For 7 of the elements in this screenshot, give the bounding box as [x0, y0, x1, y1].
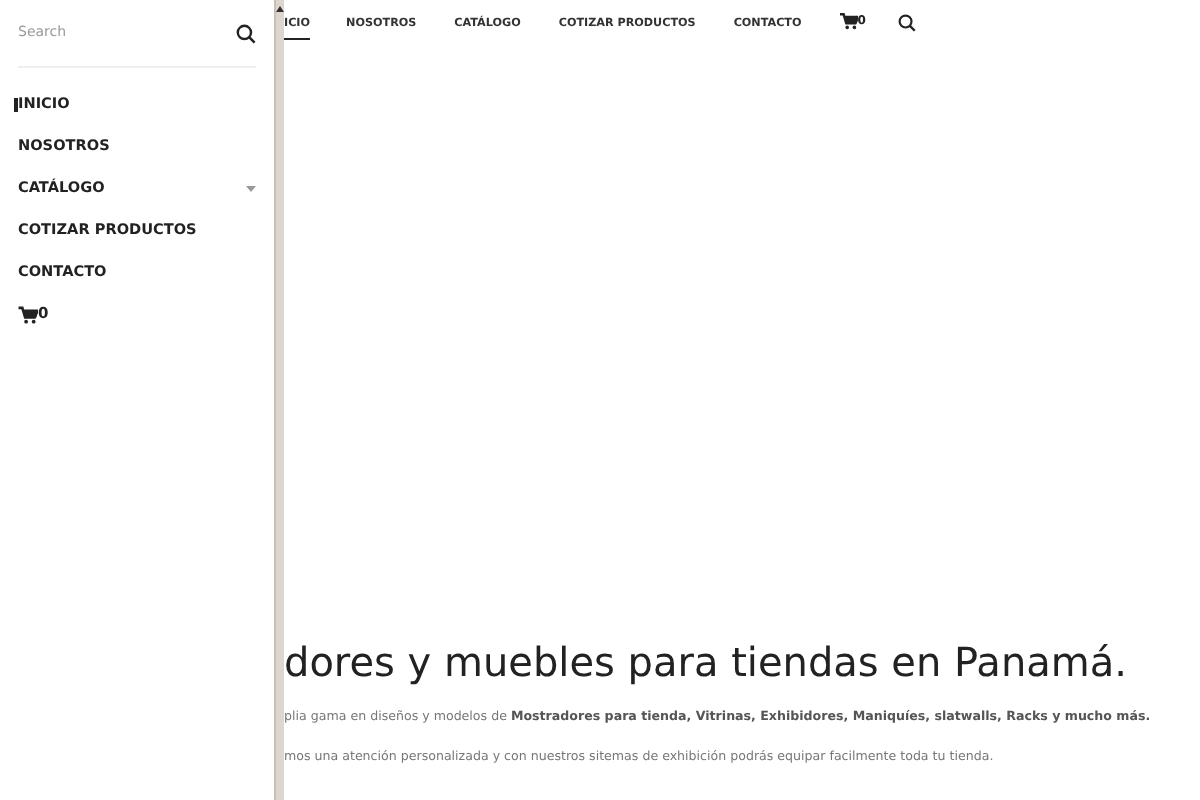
- hero-heading: dores y muebles para tiendas en Panamá.: [284, 636, 1129, 690]
- search-icon[interactable]: [236, 23, 256, 43]
- cart-icon[interactable]: [839, 11, 858, 29]
- caret-icon[interactable]: [246, 185, 256, 192]
- search-icon[interactable]: [897, 13, 916, 31]
- cart-icon[interactable]: [18, 306, 38, 325]
- scrollbar[interactable]: [274, 0, 284, 800]
